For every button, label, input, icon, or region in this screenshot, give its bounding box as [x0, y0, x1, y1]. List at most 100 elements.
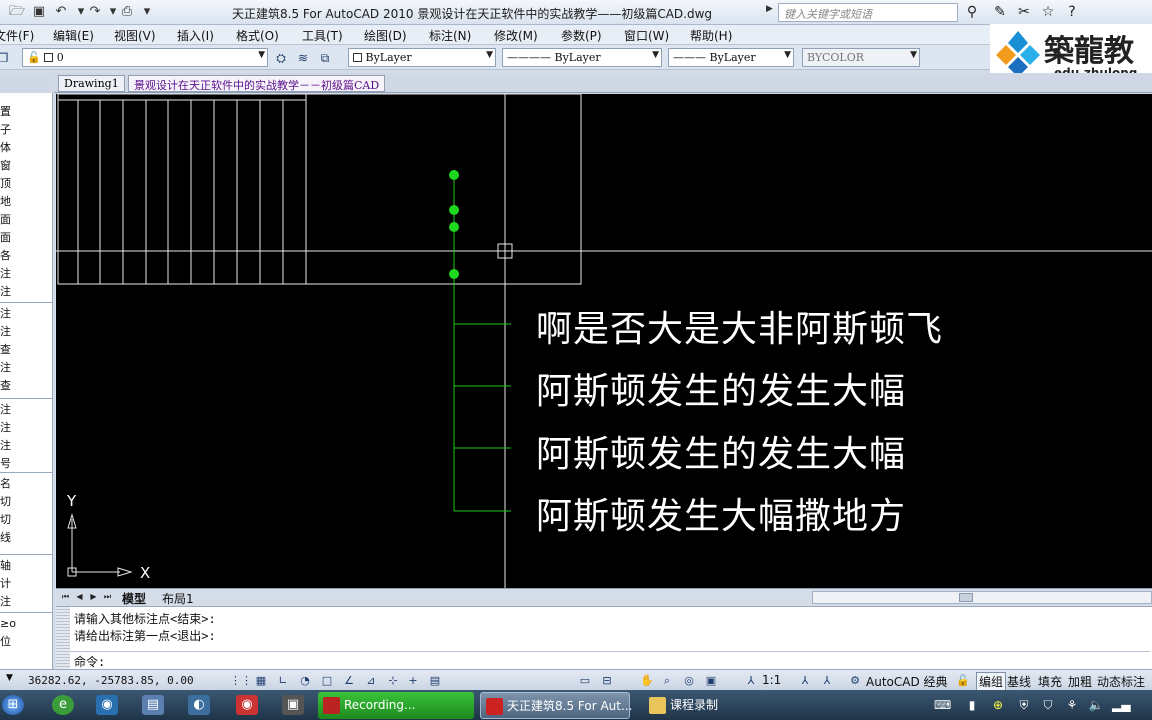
taskbar-recording[interactable]: Recording...	[318, 692, 474, 719]
scale-dropdown-icon[interactable]: ▼	[6, 673, 13, 683]
tab-layout1[interactable]: 布局1	[162, 590, 194, 607]
model-space-icon[interactable]: ▭	[576, 672, 594, 689]
palette-item[interactable]: 注	[0, 285, 11, 298]
recorder-icon[interactable]: ▣	[282, 695, 304, 715]
help-icon[interactable]: ?	[1062, 3, 1082, 22]
annotation-text-4[interactable]: 阿斯顿发生大幅撒地方	[536, 487, 906, 539]
palette-item[interactable]: 名	[0, 477, 11, 490]
browser-icon[interactable]: e	[52, 695, 74, 715]
annotation-visibility-icon[interactable]: ⅄	[796, 672, 814, 689]
toggle-dynamic-dimension-button[interactable]: 动态标注	[1097, 673, 1145, 690]
command-input[interactable]: 命令:	[70, 651, 1150, 669]
palette-header[interactable]	[0, 73, 53, 93]
palette-item[interactable]: 切	[0, 495, 11, 508]
layer-previous-icon[interactable]: ⧉	[316, 49, 334, 67]
tray-volume-icon[interactable]: 🔈	[1088, 697, 1104, 713]
prev-layout-icon[interactable]: ◀	[74, 591, 85, 603]
menu-draw[interactable]: 绘图(D)	[364, 27, 407, 44]
palette-item[interactable]: 地	[0, 195, 11, 208]
ducs-icon[interactable]: ⊿	[362, 672, 380, 689]
tray-signal-icon[interactable]: ▂▄	[1112, 697, 1130, 713]
palette-item[interactable]: 查	[0, 343, 11, 356]
search-expand-icon[interactable]: ▶	[766, 4, 776, 21]
palette-item[interactable]: 位	[0, 635, 11, 648]
layer-match-icon[interactable]: ≋	[294, 49, 312, 67]
toggle-bold-button[interactable]: 加粗	[1068, 673, 1092, 690]
palette-item[interactable]: 号	[0, 457, 11, 470]
toggle-baseline-button[interactable]: 基线	[1007, 673, 1031, 690]
lineweight-icon[interactable]: +	[404, 672, 422, 689]
menu-tools[interactable]: 工具(T)	[302, 27, 343, 44]
leader-grip-1[interactable]	[449, 170, 459, 180]
app-icon[interactable]: ◐	[188, 695, 210, 715]
tools-icon[interactable]: ✂	[1014, 3, 1034, 22]
first-layout-icon[interactable]: ⏮	[60, 591, 71, 603]
horizontal-scrollbar[interactable]	[812, 591, 1152, 604]
palette-item[interactable]: 注	[0, 421, 11, 434]
annotation-text-2[interactable]: 阿斯顿发生的发生大幅	[536, 362, 906, 414]
pan-icon[interactable]: ✋	[638, 672, 656, 689]
search-input[interactable]: 键入关键字或短语	[778, 3, 958, 22]
tray-network-icon[interactable]: ⚘	[1064, 697, 1080, 713]
coordinate-readout[interactable]: 36282.62, -25783.85, 0.00	[28, 674, 194, 687]
menu-parametric[interactable]: 参数(P)	[561, 27, 602, 44]
quick-properties-icon[interactable]: ▤	[426, 672, 444, 689]
steering-wheel-icon[interactable]: ◎	[680, 672, 698, 689]
menu-window[interactable]: 窗口(W)	[624, 27, 669, 44]
menu-view[interactable]: 视图(V)	[114, 27, 156, 44]
tray-security-icon[interactable]: ⛉	[1040, 697, 1056, 713]
print-icon[interactable]: ⎙	[118, 3, 136, 21]
palette-item[interactable]: 注	[0, 595, 11, 608]
palette-item[interactable]: 注	[0, 439, 11, 452]
index-leader[interactable]	[449, 170, 511, 512]
last-layout-icon[interactable]: ⏭	[102, 591, 113, 603]
palette-item[interactable]: 子	[0, 123, 11, 136]
palette-item[interactable]: 切	[0, 513, 11, 526]
layout-space-icon[interactable]: ⊟	[598, 672, 616, 689]
palette-item[interactable]: 查	[0, 379, 11, 392]
layer-dropdown[interactable]: 🔓 0 ▼	[22, 48, 268, 67]
menu-format[interactable]: 格式(O)	[236, 27, 279, 44]
menu-modify[interactable]: 修改(M)	[494, 27, 538, 44]
leader-grip-4[interactable]	[449, 269, 459, 279]
zoom-icon[interactable]: ⌕	[658, 672, 676, 689]
otrack-icon[interactable]: ∠	[340, 672, 358, 689]
taskbar-course-recording[interactable]: 课程录制	[644, 692, 794, 719]
palette-item[interactable]: 面	[0, 231, 11, 244]
dyn-input-icon[interactable]: ⊹	[384, 672, 402, 689]
tab-model[interactable]: 模型	[122, 590, 146, 607]
palette-item[interactable]: 注	[0, 267, 11, 280]
tray-keyboard-icon[interactable]: ⌨	[934, 697, 951, 713]
next-layout-icon[interactable]: ▶	[88, 591, 99, 603]
explorer-icon[interactable]: ▤	[142, 695, 164, 715]
menu-edit[interactable]: 编辑(E)	[53, 27, 94, 44]
polar-icon[interactable]: ◔	[296, 672, 314, 689]
annotation-text-3[interactable]: 阿斯顿发生的发生大幅	[536, 425, 906, 477]
menu-file[interactable]: 文件(F)	[0, 27, 34, 44]
palette-item[interactable]: 窗	[0, 159, 11, 172]
lock-ui-icon[interactable]: 🔓	[954, 672, 972, 689]
osnap-icon[interactable]: □	[318, 672, 336, 689]
undo-icon[interactable]: ↶	[52, 3, 70, 21]
menu-dimension[interactable]: 标注(N)	[429, 27, 471, 44]
annotation-text-1[interactable]: 啊是否大是大非阿斯顿飞	[536, 300, 943, 352]
messenger-icon[interactable]: ◉	[96, 695, 118, 715]
annotation-scale-value[interactable]: 1:1	[762, 673, 781, 687]
palette-item[interactable]: 轴	[0, 559, 11, 572]
tray-add-icon[interactable]: ⊕	[990, 697, 1006, 713]
redo-icon[interactable]: ↷	[86, 3, 104, 21]
plotstyle-dropdown[interactable]: BYCOLOR ▼	[802, 48, 920, 67]
toggle-fill-button[interactable]: 填充	[1038, 673, 1062, 690]
lineweight-dropdown[interactable]: ——— ByLayer ▼	[668, 48, 794, 67]
scrollbar-thumb[interactable]	[959, 593, 973, 602]
layer-state-icon[interactable]: ❒	[0, 49, 12, 67]
media-icon[interactable]: ◉	[236, 695, 258, 715]
palette-item[interactable]: 体	[0, 141, 11, 154]
infer-constraints-icon[interactable]: ⋮⋮	[230, 672, 252, 689]
command-window-grip[interactable]	[56, 607, 70, 670]
palette-item[interactable]: 注	[0, 325, 11, 338]
make-current-layer-icon[interactable]: ⛭	[272, 49, 290, 67]
palette-item[interactable]: 各	[0, 249, 11, 262]
save-icon[interactable]: ▣	[30, 3, 48, 21]
favorites-star-icon[interactable]: ☆	[1038, 3, 1058, 22]
